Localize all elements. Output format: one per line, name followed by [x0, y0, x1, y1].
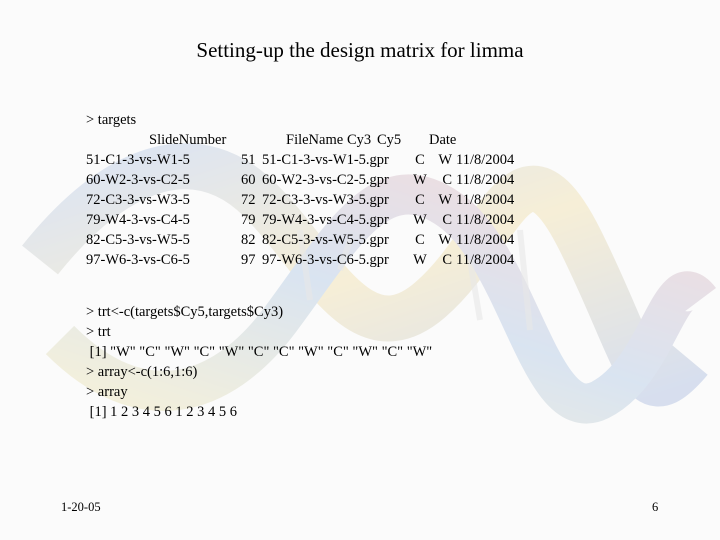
row-slide-number: 51 [241, 152, 256, 168]
table-row: 51-C1-3-vs-W1-5 51 51-C1-3-vs-W1-5.gpr C W 11… [86, 150, 526, 170]
table-row: 82-C5-3-vs-W5-5 82 82-C5-3-vs-W5-5.gpr C W 11… [86, 230, 526, 250]
slide-title: Setting-up the design matrix for limma [196, 38, 524, 62]
row-name: 97-W6-3-vs-C6-5 [86, 252, 190, 268]
row-date: 11/8/2004 [456, 232, 515, 248]
table-row: 97-W6-3-vs-C6-5 97 97-W6-3-vs-C6-5.gpr W C 11… [86, 250, 526, 270]
table-row: 79-W4-3-vs-C4-5 79 79-W4-3-vs-C4-5.gpr W C 11… [86, 210, 526, 230]
row-name: 60-W2-3-vs-C2-5 [86, 172, 190, 188]
header-cy5: Cy5 [377, 132, 402, 148]
output-array: [1] 1 2 3 4 5 6 1 2 3 4 5 6 [86, 404, 238, 420]
command-targets: > targets [86, 112, 137, 128]
row-file-name: 79-W4-3-vs-C4-5.gpr [262, 212, 389, 228]
page-number: 6 [652, 500, 659, 514]
table-row: 60-W2-3-vs-C2-5 60 60-W2-3-vs-C2-5.gpr W C 11… [86, 170, 526, 190]
header-slidenumber: SlideNumber [149, 132, 227, 148]
row-file-name: 72-C3-3-vs-W3-5.gpr [262, 192, 389, 208]
row-date: 11/8/2004 [456, 172, 515, 188]
row-cy3: W [413, 172, 427, 188]
row-cy3: C [415, 232, 425, 248]
output-trt: [1] "W" "C" "W" "C" "W" "C" "C" "W" "C" … [86, 344, 433, 360]
table-header: SlideNumber FileName Cy3 Cy5 Date [86, 130, 526, 150]
header-date: Date [429, 132, 457, 148]
command-array: > array [86, 384, 128, 400]
row-cy3: C [415, 192, 425, 208]
row-date: 11/8/2004 [456, 252, 515, 268]
row-cy3: W [413, 212, 427, 228]
header-filename: FileName [286, 132, 344, 148]
row-cy5: C [442, 172, 452, 188]
row-cy5: C [442, 252, 452, 268]
row-slide-number: 82 [241, 232, 256, 248]
row-cy5: C [442, 212, 452, 228]
row-slide-number: 72 [241, 192, 256, 208]
row-name: 72-C3-3-vs-W3-5 [86, 192, 190, 208]
row-cy3: W [413, 252, 427, 268]
row-date: 11/8/2004 [456, 192, 515, 208]
row-date: 11/8/2004 [456, 212, 515, 228]
row-name: 51-C1-3-vs-W1-5 [86, 152, 190, 168]
row-name: 82-C5-3-vs-W5-5 [86, 232, 190, 248]
row-cy5: W [438, 232, 452, 248]
command-trt-assign: > trt<-c(targets$Cy5,targets$Cy3) [86, 304, 284, 320]
command-array-assign: > array<-c(1:6,1:6) [86, 364, 198, 380]
header-cy3: Cy3 [347, 132, 372, 148]
row-file-name: 82-C5-3-vs-W5-5.gpr [262, 232, 389, 248]
footer-date: 1-20-05 [61, 500, 101, 514]
row-file-name: 97-W6-3-vs-C6-5.gpr [262, 252, 389, 268]
row-file-name: 60-W2-3-vs-C2-5.gpr [262, 172, 389, 188]
row-date: 11/8/2004 [456, 152, 515, 168]
table-row: 72-C3-3-vs-W3-5 72 72-C3-3-vs-W3-5.gpr C W 11… [86, 190, 526, 210]
row-cy5: W [438, 192, 452, 208]
command-trt: > trt [86, 324, 111, 340]
row-file-name: 51-C1-3-vs-W1-5.gpr [262, 152, 389, 168]
row-slide-number: 79 [241, 212, 256, 228]
row-slide-number: 97 [241, 252, 256, 268]
dna-helix-watermark [22, 143, 716, 424]
row-cy3: C [415, 152, 425, 168]
row-cy5: W [438, 152, 452, 168]
row-name: 79-W4-3-vs-C4-5 [86, 212, 190, 228]
row-slide-number: 60 [241, 172, 256, 188]
